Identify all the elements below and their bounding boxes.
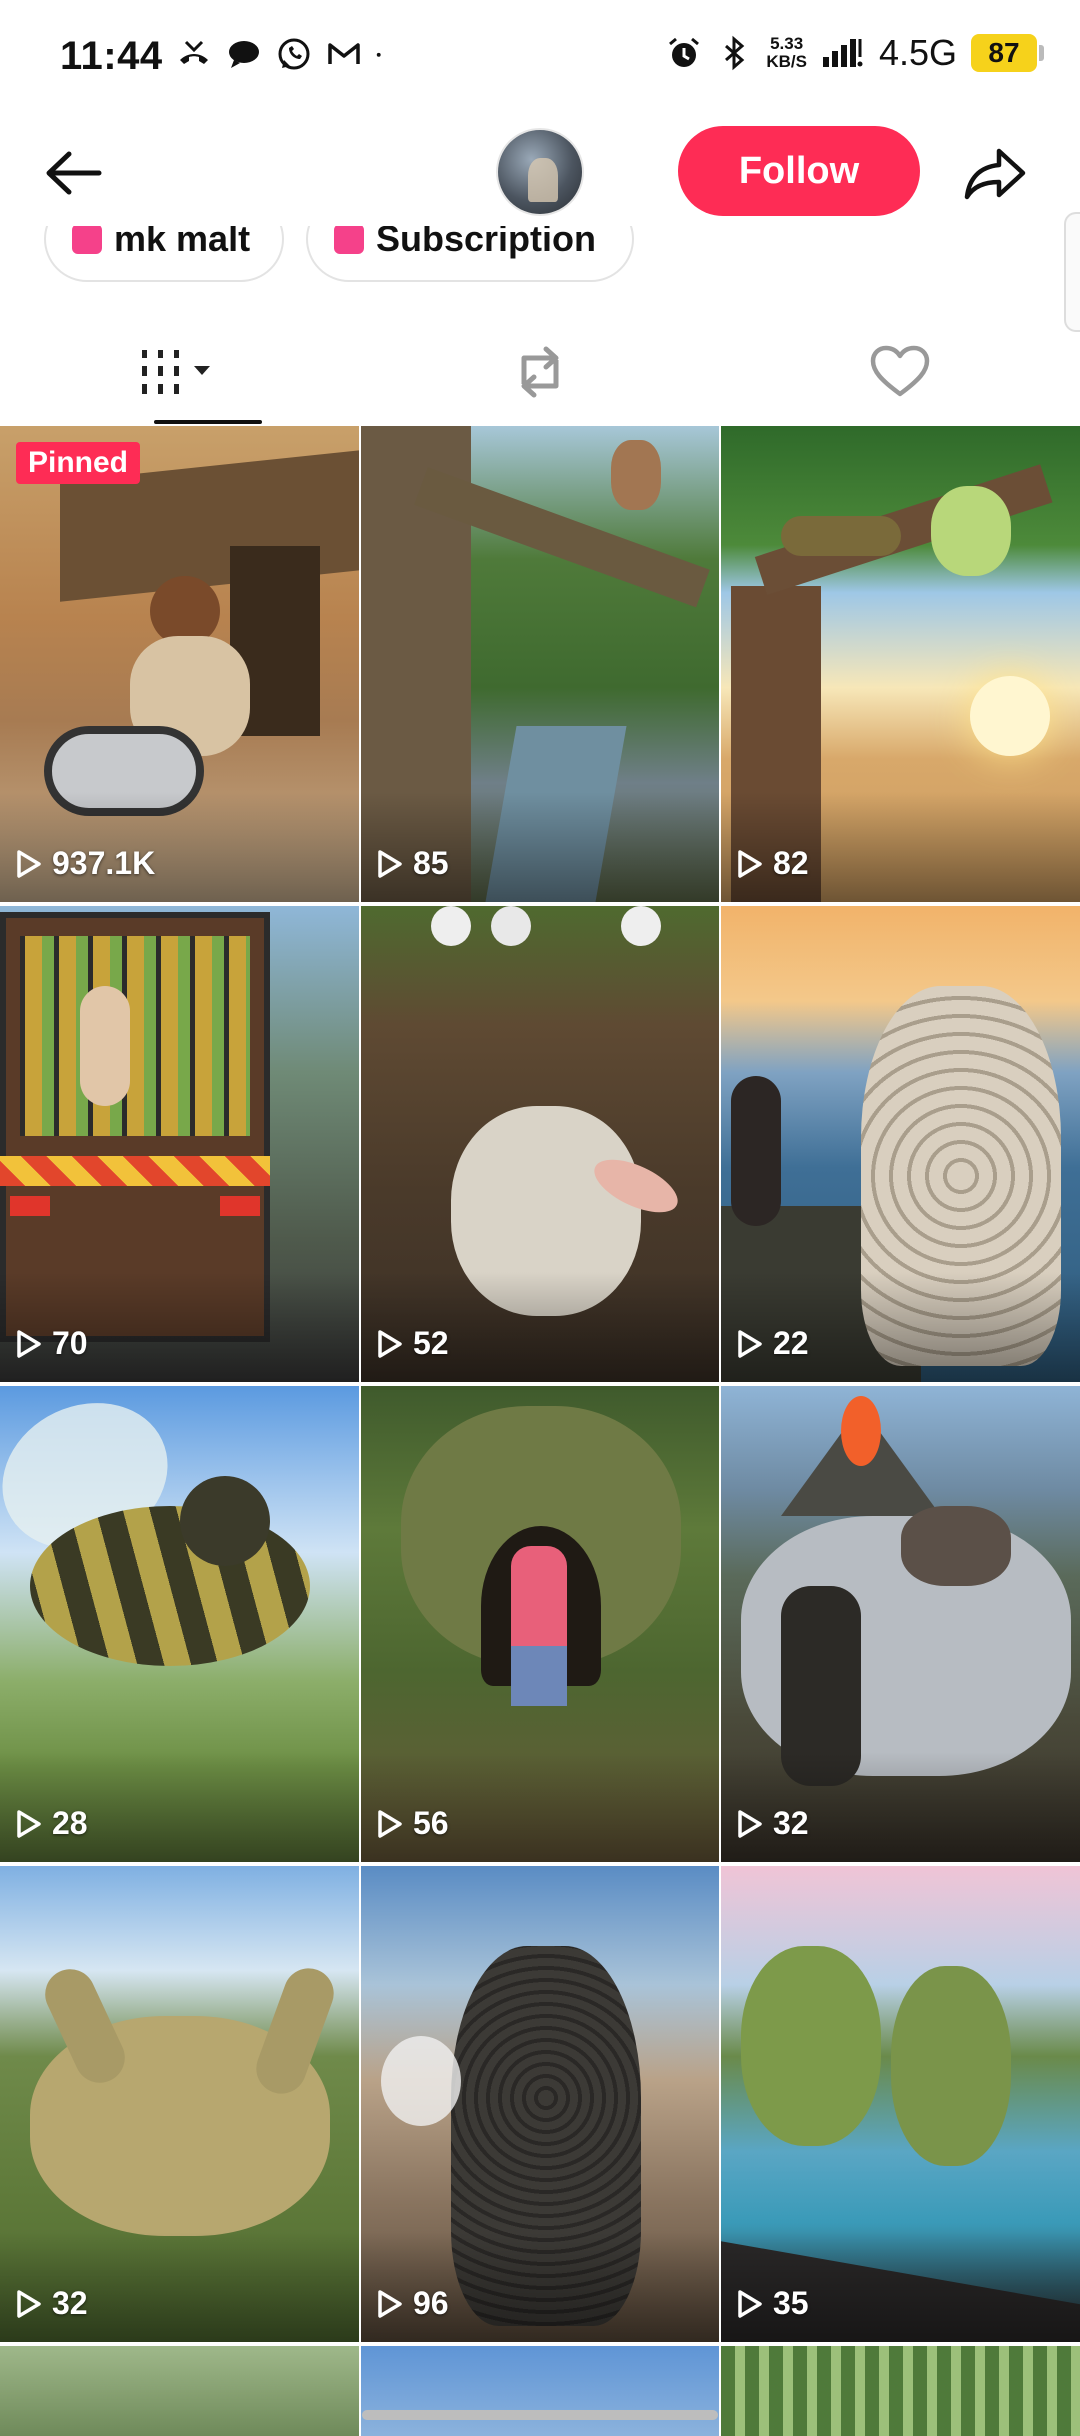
battery-indicator: 87 — [971, 34, 1044, 72]
network-type: 4.5G — [878, 32, 957, 73]
play-icon — [17, 1329, 41, 1358]
bluetooth-icon — [725, 35, 745, 71]
video-grid-next-row — [0, 2346, 1080, 2436]
view-count-value: 32 — [52, 2285, 88, 2321]
video-tile[interactable]: 22 — [721, 906, 1080, 1382]
chip-label: mk malt — [114, 226, 251, 259]
play-icon — [378, 1329, 402, 1358]
battery-tip — [1039, 45, 1044, 61]
profile-links: mk malt Subscription — [0, 226, 1080, 288]
view-count-value: 56 — [413, 1805, 449, 1841]
video-tile[interactable]: 82 — [721, 426, 1080, 902]
pinned-badge: Pinned — [16, 442, 141, 484]
video-tile[interactable]: Pinned 937.1K — [0, 426, 359, 902]
status-time: 11:44 — [60, 34, 163, 78]
view-count: 32 — [737, 1805, 809, 1842]
home-indicator[interactable] — [362, 2410, 718, 2420]
system-status: 5.33 KB/S 4.5G 87 — [666, 32, 1044, 74]
video-grid: Pinned 937.1K 85 82 70 52 22 28 56 32 32… — [0, 426, 1080, 2342]
status-bar: 11:44 5.33 KB/S 4.5G 87 — [0, 0, 1080, 116]
tab-videos[interactable] — [0, 320, 360, 424]
missed-call-icon — [180, 40, 208, 64]
view-count-value: 937.1K — [52, 845, 156, 881]
subscription-icon — [334, 226, 364, 254]
view-count-value: 85 — [413, 845, 449, 881]
view-count-value: 70 — [52, 1325, 88, 1361]
play-icon — [738, 1329, 762, 1358]
video-tile[interactable]: 28 — [0, 1386, 359, 1862]
play-icon — [738, 849, 762, 878]
link-icon — [72, 226, 102, 254]
avatar[interactable] — [496, 128, 584, 216]
tab-liked[interactable] — [720, 320, 1080, 424]
video-tile[interactable]: 96 — [361, 1866, 719, 2342]
play-icon — [738, 2289, 762, 2318]
chip-label: Subscription — [376, 226, 597, 259]
video-tile[interactable]: 52 — [361, 906, 719, 1382]
follow-button[interactable]: Follow — [678, 126, 920, 216]
view-count: 96 — [377, 2285, 449, 2322]
chip-mk-malt[interactable]: mk malt — [44, 226, 284, 282]
profile-header: Follow — [0, 116, 1080, 226]
repost-icon — [521, 346, 559, 398]
video-tile[interactable]: 56 — [361, 1386, 719, 1862]
tab-reposts[interactable] — [360, 320, 720, 424]
view-count: 70 — [16, 1325, 88, 1362]
view-count: 82 — [737, 845, 809, 882]
share-button[interactable] — [960, 138, 1030, 208]
view-count-value: 52 — [413, 1325, 449, 1361]
view-count-value: 82 — [773, 845, 809, 881]
net-speed-value: 5.33 — [770, 34, 804, 53]
battery-level: 87 — [971, 34, 1037, 72]
view-count-value: 35 — [773, 2285, 809, 2321]
side-drawer-handle[interactable] — [1064, 212, 1080, 332]
signal-icon — [822, 39, 863, 67]
view-count: 52 — [377, 1325, 449, 1362]
content-tabs — [0, 320, 1080, 424]
video-tile[interactable]: 35 — [721, 1866, 1080, 2342]
video-tile-partial[interactable] — [721, 2346, 1080, 2436]
chip-subscription[interactable]: Subscription — [306, 226, 634, 282]
view-count-value: 32 — [773, 1805, 809, 1841]
dot-icon — [376, 52, 381, 57]
play-icon — [17, 849, 41, 878]
back-arrow-icon — [46, 151, 102, 195]
play-icon — [378, 1809, 402, 1838]
view-count: 85 — [377, 845, 449, 882]
view-count-value: 96 — [413, 2285, 449, 2321]
whatsapp-icon — [278, 38, 310, 70]
play-icon — [378, 2289, 402, 2318]
view-count: 56 — [377, 1805, 449, 1842]
video-tile[interactable]: 32 — [0, 1866, 359, 2342]
network-speed: 5.33 KB/S — [766, 35, 807, 71]
gmail-icon — [328, 43, 360, 64]
heart-icon — [870, 345, 930, 397]
view-count: 22 — [737, 1325, 809, 1362]
chat-icon — [229, 41, 259, 68]
view-count: 35 — [737, 2285, 809, 2322]
alarm-icon — [669, 37, 700, 67]
video-tile[interactable]: 32 — [721, 1386, 1080, 1862]
back-button[interactable] — [38, 138, 108, 208]
notification-icons — [176, 36, 390, 72]
net-speed-unit: KB/S — [766, 52, 807, 71]
view-count-value: 28 — [52, 1805, 88, 1841]
video-tile[interactable]: 85 — [361, 426, 719, 902]
play-icon — [738, 1809, 762, 1838]
view-count-value: 22 — [773, 1325, 809, 1361]
video-tile-partial[interactable] — [361, 2346, 719, 2436]
share-icon — [964, 148, 1026, 200]
view-count: 937.1K — [16, 845, 155, 882]
play-icon — [378, 849, 402, 878]
play-icon — [17, 2289, 41, 2318]
view-count: 32 — [16, 2285, 88, 2322]
view-count: 28 — [16, 1805, 88, 1842]
video-tile-partial[interactable] — [0, 2346, 359, 2436]
video-tile[interactable]: 70 — [0, 906, 359, 1382]
grid-icon — [142, 350, 210, 394]
play-icon — [17, 1809, 41, 1838]
